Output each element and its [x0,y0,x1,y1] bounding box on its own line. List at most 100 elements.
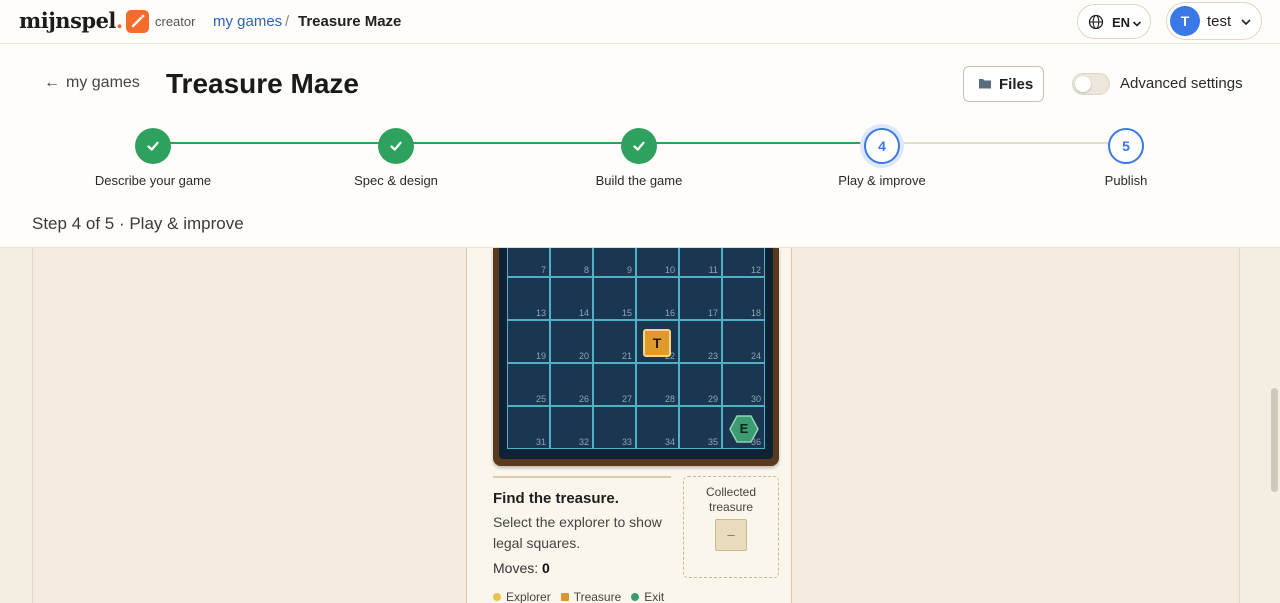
cell-number: 19 [535,351,546,361]
collected-treasure-label: Collected treasure [705,485,757,514]
cell-number: 7 [540,265,546,275]
board-cell[interactable]: 35 [679,406,722,449]
step-label: Build the game [595,173,683,188]
board-cell[interactable]: 9 [593,248,636,277]
cell-number: 30 [750,394,761,404]
step-label: Play & improve [838,173,926,188]
board-cell[interactable]: 14 [550,277,593,320]
step-3[interactable]: Build the game [539,128,739,188]
avatar: T [1170,6,1200,36]
cell-number: 14 [578,308,589,318]
check-icon [378,128,414,164]
cell-number: 8 [583,265,589,275]
user-menu[interactable]: T test [1166,2,1262,40]
language-code: EN [1112,15,1131,30]
globe-icon [1088,14,1104,35]
cell-number: 25 [535,394,546,404]
files-button[interactable]: Files [963,66,1044,102]
board-cell[interactable]: 10 [636,248,679,277]
cell-number: 12 [750,265,761,275]
cell-number: 33 [621,437,632,447]
board-cell[interactable]: 24 [722,320,765,363]
moves-counter: Moves: 0 [493,560,550,576]
legend: Explorer Treasure Exit [493,590,674,603]
board-cell[interactable]: 34 [636,406,679,449]
board-cell[interactable]: 23 [679,320,722,363]
creator-wand-icon [126,10,149,33]
advanced-settings-toggle[interactable] [1072,73,1110,95]
cell-number: 9 [626,265,632,275]
divider [493,476,671,478]
board-cell[interactable]: 11 [679,248,722,277]
cell-number: 13 [535,308,546,318]
cell-number: 10 [664,265,675,275]
legend-item: Exit [631,590,664,603]
creator-label: creator [155,14,196,29]
board-cell[interactable]: 29 [679,363,722,406]
board-cell[interactable]: 30 [722,363,765,406]
board-cell[interactable]: 13 [507,277,550,320]
board-cell[interactable]: 20 [550,320,593,363]
back-to-my-games-link[interactable]: ← my games [44,74,140,92]
collected-treasure-panel: Collected treasure – [683,476,779,578]
arrow-left-icon: ← [44,74,60,91]
step-label: Describe your game [94,173,212,188]
board-cell[interactable]: 31 [507,406,550,449]
board-cell[interactable]: 26 [550,363,593,406]
board-cell[interactable]: 16 [636,277,679,320]
breadcrumb-my-games[interactable]: my games [213,13,282,30]
board-cell[interactable]: 8 [550,248,593,277]
cell-number: 26 [578,394,589,404]
cell-number: 21 [621,351,632,361]
board-cell[interactable]: 33 [593,406,636,449]
exit-label: E [739,421,749,436]
step-2[interactable]: Spec & design [296,128,496,188]
board-cell[interactable]: 32 [550,406,593,449]
cell-number: 20 [578,351,589,361]
folder-icon [978,77,992,94]
cell-number: 27 [621,394,632,404]
moves-value: 0 [542,560,550,576]
scrollbar[interactable] [1271,388,1278,492]
cell-number: 16 [664,308,675,318]
back-label: my games [66,74,140,91]
board-cell[interactable]: 18 [722,277,765,320]
chevron-down-icon [1132,16,1142,34]
collected-treasure-slot: – [715,519,747,551]
step-label: Publish [1104,173,1148,188]
cell-number: 17 [707,308,718,318]
cell-number: 24 [750,351,761,361]
cell-number: 18 [750,308,761,318]
board-cell[interactable]: 17 [679,277,722,320]
board-cell[interactable]: 7 [507,248,550,277]
legend-swatch [493,593,501,601]
board-cell[interactable]: 19 [507,320,550,363]
legend-item: Explorer [493,590,551,603]
step-label: Spec & design [354,173,438,188]
language-selector[interactable]: EN [1077,4,1151,39]
cell-number: 32 [578,437,589,447]
step-number: 4 [864,128,900,164]
cell-number: 23 [707,351,718,361]
treasure-piece[interactable]: T [643,329,671,357]
step-1[interactable]: Describe your game [53,128,253,188]
board-cell[interactable]: 28 [636,363,679,406]
legend-swatch [631,593,640,601]
logo[interactable]: mijnspel. [19,8,123,33]
cell-number: 31 [535,437,546,447]
exit-piece[interactable]: E [729,415,759,443]
board-cell[interactable]: 21 [593,320,636,363]
board-cell[interactable]: 27 [593,363,636,406]
step-4[interactable]: 4 Play & improve [782,128,982,188]
step-5[interactable]: 5 Publish [1026,128,1226,188]
check-icon [621,128,657,164]
board-cell[interactable]: 25 [507,363,550,406]
page-title: Treasure Maze [166,68,359,99]
cell-number: 28 [664,394,675,404]
cell-number: 34 [664,437,675,447]
board-cell[interactable]: 12 [722,248,765,277]
breadcrumb-current: Treasure Maze [298,13,402,30]
moves-label: Moves: [493,560,539,576]
user-name: test [1207,13,1232,30]
board-cell[interactable]: 15 [593,277,636,320]
